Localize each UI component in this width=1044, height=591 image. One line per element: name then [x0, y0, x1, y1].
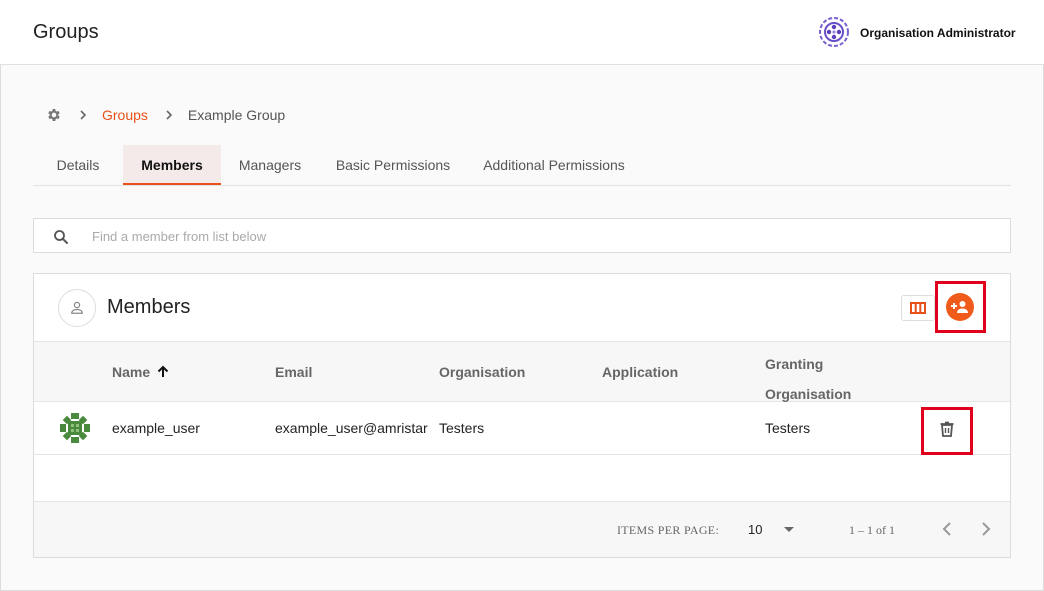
column-settings-button[interactable]: [901, 295, 935, 321]
tab-members[interactable]: Members: [123, 145, 221, 185]
chevron-left-icon[interactable]: [940, 520, 956, 538]
breadcrumb-current: Example Group: [187, 107, 286, 123]
column-header-label: Name: [112, 364, 151, 380]
chevron-down-icon[interactable]: [783, 526, 795, 534]
member-granting-organisation: Testers: [765, 420, 811, 436]
tab-basic-permissions[interactable]: Basic Permissions: [319, 145, 467, 185]
view-column-icon: [910, 302, 926, 314]
org-logo-icon: [819, 17, 849, 47]
chevron-right-icon: [76, 108, 90, 122]
column-header-application[interactable]: Application: [602, 364, 678, 380]
table-header: Name Email Organisation Application Gran…: [34, 342, 1010, 402]
tab-managers[interactable]: Managers: [221, 145, 319, 185]
delete-icon[interactable]: [938, 420, 956, 438]
members-card: Members Name Email Organisation Applicat…: [33, 273, 1011, 558]
gear-icon[interactable]: [46, 107, 62, 123]
arrow-up-icon: [157, 365, 169, 377]
tab-details[interactable]: Details: [33, 145, 123, 185]
items-per-page-label: ITEMS PER PAGE:: [617, 523, 720, 537]
add-member-button[interactable]: [946, 293, 974, 321]
column-header-email[interactable]: Email: [275, 364, 312, 380]
top-bar: Groups Organisation Administrator: [0, 0, 1044, 65]
org-name: Organisation Administrator: [860, 26, 1016, 40]
user-avatar: [60, 413, 90, 443]
members-card-header: Members: [34, 274, 1010, 342]
chevron-right-icon: [162, 108, 176, 122]
paginator: ITEMS PER PAGE: 10 1 – 1 of 1: [34, 502, 1010, 557]
breadcrumb-link-groups[interactable]: Groups: [102, 107, 148, 123]
table-row: example_user example_user@amristar Teste…: [34, 402, 1010, 455]
column-header-organisation[interactable]: Organisation: [439, 364, 525, 380]
chevron-right-icon[interactable]: [977, 520, 993, 538]
add-person-icon: [951, 301, 968, 313]
breadcrumb: Groups Example Group: [46, 106, 285, 124]
search-input[interactable]: [92, 225, 992, 247]
column-header-granting-organisation[interactable]: Granting Organisation: [765, 349, 851, 409]
page-title: Groups: [33, 21, 99, 43]
table-empty-space: [34, 455, 1010, 502]
member-name: example_user: [112, 420, 200, 436]
tab-additional-permissions[interactable]: Additional Permissions: [467, 145, 641, 185]
items-per-page-select[interactable]: 10: [748, 522, 762, 537]
member-search: [33, 218, 1011, 253]
members-card-title: Members: [107, 296, 191, 318]
page-range: 1 – 1 of 1: [849, 523, 895, 537]
column-header-name[interactable]: Name: [112, 364, 170, 380]
person-icon: [58, 289, 96, 327]
member-organisation: Testers: [439, 420, 485, 436]
search-icon: [54, 230, 68, 244]
column-header-label: Granting: [765, 356, 824, 372]
tab-bar: Details Members Managers Basic Permissio…: [33, 145, 1011, 186]
member-email: example_user@amristar: [275, 420, 428, 436]
